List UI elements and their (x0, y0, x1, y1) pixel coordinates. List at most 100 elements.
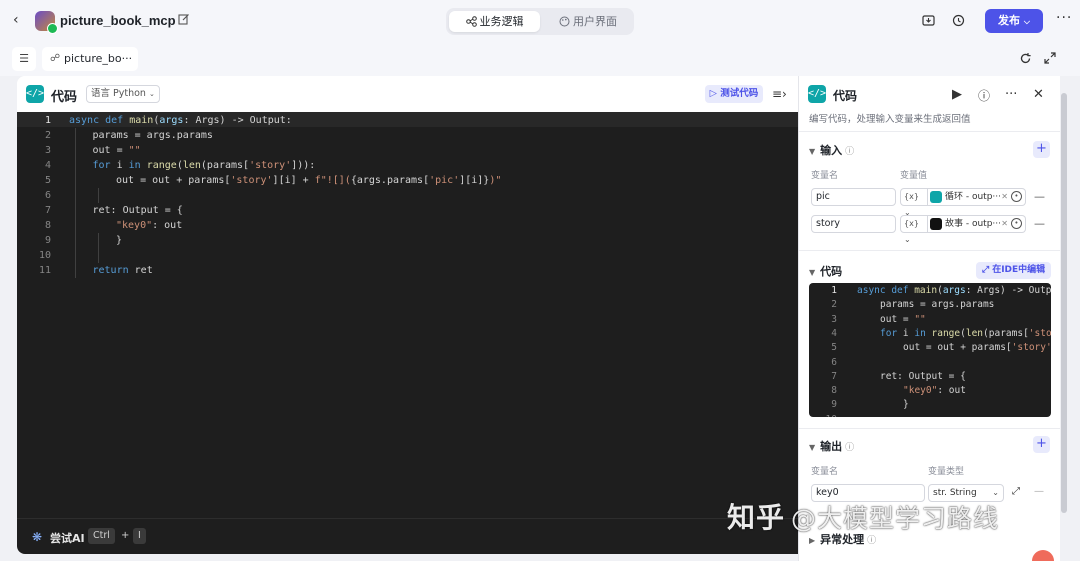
publish-button[interactable]: 发布 ⌵ (985, 9, 1043, 33)
line-number: 6 (831, 356, 837, 368)
output-section-header[interactable]: ▼ 输出 ⓘ (809, 438, 854, 454)
add-input-button[interactable]: + (1033, 141, 1050, 158)
node-config-panel: </> 代码 ▶ ⓘ ··· ✕ 编写代码，处理输入变量来生成返回值 ▼ 输入 ⓘ … (798, 76, 1060, 561)
col-var-name: 变量名 (811, 467, 839, 477)
edit-icon[interactable] (178, 13, 190, 25)
code-line[interactable]: 10 (17, 248, 798, 263)
code-section-header[interactable]: ▼ 代码 (809, 263, 842, 279)
code-text: out = out + params['story' (903, 342, 1051, 354)
more-icon[interactable]: ··· (1056, 10, 1072, 26)
palette-icon (559, 16, 570, 27)
settings-circle-icon[interactable]: • (1011, 218, 1022, 229)
file-tab[interactable]: ☍ picture_bo··· (42, 47, 138, 71)
code-line[interactable]: 8 "key0": out (809, 384, 1051, 398)
sidebar-toggle-icon[interactable]: ☰ (12, 47, 36, 71)
input-section-header[interactable]: ▼ 输入 ⓘ (809, 142, 854, 158)
code-text: params = args.params (92, 130, 213, 141)
expand-icon[interactable]: ⤢ (1012, 486, 1020, 497)
panel-scrollbar[interactable] (1061, 93, 1067, 513)
info-icon: ⓘ (867, 536, 877, 546)
code-line[interactable]: 5 out = out + params['story'][i] + f"![](… (17, 173, 798, 188)
editor-header: </> 代码 语言 Python ⌄ ▷ 测试代码 ≡› (17, 76, 798, 112)
input-var-name-field[interactable]: story (811, 215, 896, 233)
code-line[interactable]: 11 return ret (17, 263, 798, 278)
format-icon[interactable]: ≡› (772, 87, 787, 101)
watermark: 知乎 @大模型学习路线 (727, 496, 999, 536)
tab-user-interface[interactable]: 用户界面 (544, 11, 632, 32)
line-number: 9 (44, 235, 51, 246)
tab-business-logic[interactable]: 业务逻辑 (449, 11, 540, 32)
col-var-type: 变量类型 (928, 467, 965, 477)
input-var-type-select[interactable]: {x} ⌄ (900, 188, 928, 217)
code-line[interactable]: 10 (809, 413, 1051, 417)
tab-strip (0, 44, 1080, 76)
play-circle-icon: ▷ (709, 88, 717, 99)
add-output-button[interactable]: + (1033, 436, 1050, 453)
code-area[interactable]: 1 async def main(args: Args) -> Output: 2 p… (17, 112, 798, 518)
code-text: out = "" (880, 313, 926, 325)
clear-icon[interactable]: ✕ (1001, 189, 1008, 205)
code-line[interactable]: 2 params = args.params (17, 128, 798, 143)
code-line[interactable]: 7 ret: Output = { (809, 370, 1051, 384)
code-line[interactable]: 9} (809, 398, 1051, 412)
view-switcher: 业务逻辑 用户界面 (446, 8, 634, 35)
settings-circle-icon[interactable]: • (1011, 191, 1022, 202)
code-line[interactable]: 5 out = out + params['story' (809, 341, 1051, 355)
sparkle-icon: ❋ (32, 530, 43, 544)
code-line[interactable]: 6 (17, 188, 798, 203)
code-text: ret: Output = { (92, 205, 183, 216)
tab-label: 业务逻辑 (479, 15, 524, 28)
chevron-down-icon: ▼ (809, 147, 816, 156)
input-var-name-field[interactable]: pic (811, 188, 896, 206)
code-text: for i in range(len(params['story'])): (880, 327, 1051, 339)
line-number: 7 (831, 370, 837, 382)
close-icon[interactable]: ✕ (1033, 87, 1044, 102)
loop-node-icon (930, 191, 942, 203)
line-number: 7 (44, 205, 51, 216)
back-icon[interactable]: ‹ (13, 12, 19, 28)
code-line[interactable]: 9} (17, 233, 798, 248)
flow-icon: ☍ (50, 53, 61, 64)
indent-guide (75, 128, 76, 278)
code-text: } (903, 399, 909, 411)
run-icon[interactable]: ▶ (952, 87, 962, 102)
code-line[interactable]: 7 ret: Output = { (17, 203, 798, 218)
code-line[interactable]: 1 async def main(args: Args) -> Output: (17, 113, 798, 128)
code-line[interactable]: 3 out = "" (17, 143, 798, 158)
clear-icon[interactable]: ✕ (1001, 216, 1008, 232)
save-icon[interactable] (921, 13, 936, 28)
divider (799, 131, 1060, 132)
code-line[interactable]: 2 params = args.params (809, 298, 1051, 312)
help-icon[interactable]: ⓘ (978, 87, 990, 104)
code-line[interactable]: 8 "key0": out (17, 218, 798, 233)
history-icon[interactable] (951, 13, 966, 28)
input-var-type-select[interactable]: {x} ⌄ (900, 215, 928, 244)
edit-in-ide-button[interactable]: ⤢ 在IDE中编辑 (976, 262, 1051, 279)
more-icon[interactable]: ··· (1005, 87, 1017, 102)
test-code-button[interactable]: ▷ 测试代码 (705, 85, 763, 103)
code-line[interactable]: 6 (809, 356, 1051, 370)
panel-title: 代码 (833, 89, 858, 103)
line-number: 2 (44, 130, 51, 141)
code-line[interactable]: 4 for i in range(len(params['story'])): (17, 158, 798, 173)
story-node-icon (930, 218, 942, 230)
indent-guide (98, 188, 99, 203)
input-var-reference[interactable]: 循环 - outp··· ✕ • (928, 188, 1026, 206)
language-select[interactable]: 语言 Python ⌄ (86, 85, 160, 103)
code-preview[interactable]: 1 async def main(args: Args) -> Output 2 pa… (809, 283, 1051, 417)
code-text: params = args.params (880, 299, 995, 311)
refresh-icon[interactable] (1019, 52, 1032, 65)
code-line[interactable]: 1 async def main(args: Args) -> Output (809, 284, 1051, 298)
expand-icon[interactable] (1044, 52, 1056, 64)
input-var-reference[interactable]: 故事 - outp··· ✕ • (928, 215, 1026, 233)
line-number: 3 (44, 145, 51, 156)
line-number: 11 (38, 265, 51, 276)
code-line[interactable]: 4 for i in range(len(params['story'])): (809, 327, 1051, 341)
remove-output-button[interactable]: — (1034, 486, 1044, 497)
code-text: } (116, 235, 123, 246)
code-line[interactable]: 3 out = "" (809, 313, 1051, 327)
indent-guide (98, 233, 99, 263)
remove-input-button[interactable]: — (1034, 217, 1045, 230)
remove-input-button[interactable]: — (1034, 190, 1045, 203)
try-ai-button[interactable]: 尝试AI (50, 530, 85, 546)
